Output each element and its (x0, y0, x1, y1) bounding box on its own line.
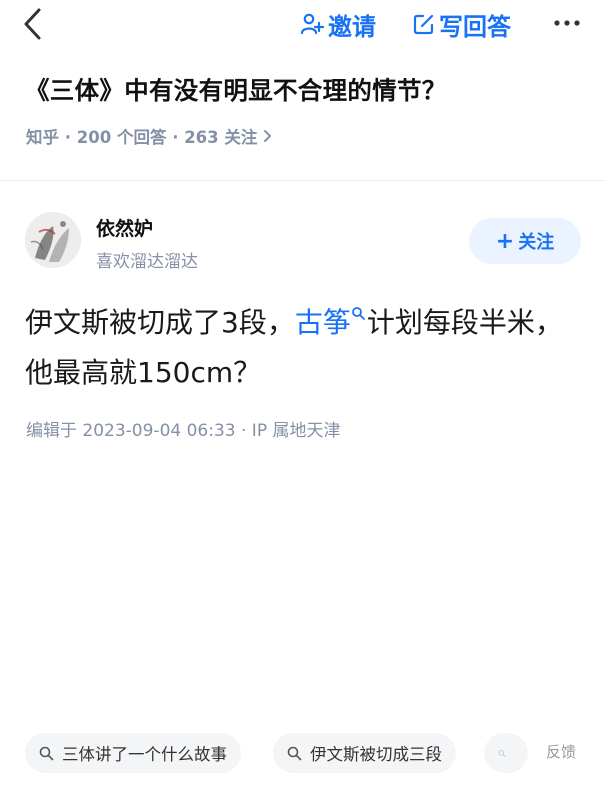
section-divider (0, 180, 605, 181)
related-search-label: 三体讲了一个什么故事 (62, 745, 227, 764)
invite-label: 邀请 (328, 12, 376, 41)
follow-button[interactable]: + 关注 (469, 218, 581, 264)
chevron-right-icon (264, 130, 272, 142)
person-add-icon (300, 13, 324, 35)
edit-timestamp: 编辑于 2023-09-04 06:33 · IP 属地天津 (26, 421, 341, 441)
avatar-ink-painting-icon (25, 212, 81, 268)
invite-button[interactable]: 邀请 (300, 8, 376, 41)
write-answer-button[interactable]: 写回答 (413, 8, 511, 41)
related-search-chip-faded[interactable] (484, 733, 528, 773)
question-meta-text: 知乎 · 200 个回答 · 263 关注 (26, 128, 258, 147)
author-avatar[interactable] (25, 212, 81, 268)
edit-icon (413, 14, 434, 35)
back-arrow-icon (24, 8, 41, 40)
follow-label: 关注 (518, 232, 555, 253)
author-bio: 喜欢溜达溜达 (96, 252, 198, 272)
answer-content: 伊文斯被切成了3段，古筝 计划每段半米，他最高就150cm？ (25, 298, 585, 398)
search-link-guzheng[interactable]: 古筝 (295, 306, 351, 339)
feedback-button[interactable]: 反馈 (546, 741, 576, 762)
search-magnifier-icon (351, 307, 365, 320)
related-searches: 三体讲了一个什么故事 伊文斯被切成三段 反馈 (0, 733, 605, 775)
search-icon (287, 746, 302, 760)
related-search-chip[interactable]: 伊文斯被切成三段 (273, 733, 456, 773)
plus-icon: + (495, 228, 515, 254)
answer-text-start: 伊文斯被切成了3段， (25, 306, 295, 339)
write-answer-label: 写回答 (439, 12, 511, 41)
top-bar: 邀请 写回答 (0, 0, 605, 50)
author-name[interactable]: 依然妒 (96, 214, 153, 241)
more-options-button[interactable] (552, 10, 582, 36)
back-button[interactable] (22, 6, 50, 42)
question-title[interactable]: 《三体》中有没有明显不合理的情节？ (25, 72, 447, 107)
more-dots-icon (554, 20, 580, 26)
question-meta[interactable]: 知乎 · 200 个回答 · 263 关注 (26, 124, 272, 148)
related-search-label: 伊文斯被切成三段 (310, 745, 442, 764)
search-icon (498, 749, 506, 757)
search-icon (39, 746, 54, 760)
related-search-chip[interactable]: 三体讲了一个什么故事 (25, 733, 241, 773)
